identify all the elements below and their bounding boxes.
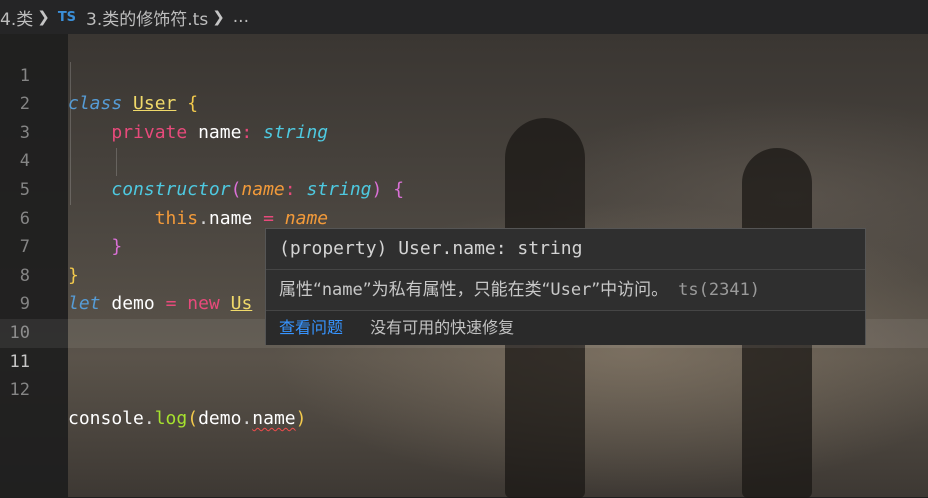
variable-name[interactable]: demo [198, 408, 241, 429]
code-line-4[interactable]: 4 constructor(name: string) { [0, 119, 928, 200]
typescript-file-icon: TS [57, 9, 77, 25]
hover-actions: 查看问题 没有可用的快速修复 [266, 311, 865, 345]
chevron-right-icon: ❯ [37, 8, 50, 26]
code-line-3[interactable]: 3 [0, 90, 928, 143]
code-line-1[interactable]: 1 class User { [0, 33, 928, 115]
message-class: User [550, 280, 592, 300]
method-name[interactable]: log [155, 408, 188, 429]
message-text: ”为私有属性，只能在类“ [362, 280, 551, 300]
chevron-right-icon: ❯ [212, 8, 225, 26]
punctuation: . [241, 407, 253, 429]
property-name-error[interactable]: name [252, 408, 295, 429]
code-line-5[interactable]: 5 this.name = name [0, 147, 928, 229]
hover-error-message: 属性“name”为私有属性，只能在类“User”中访问。 ts(2341) [266, 270, 865, 311]
view-problem-link[interactable]: 查看问题 [279, 318, 343, 337]
code-line-6[interactable]: 6 } [0, 176, 928, 258]
hover-tooltip: (property) User.name: string 属性“name”为私有… [265, 228, 866, 345]
code-line-2[interactable]: 2 private name: string [0, 62, 928, 143]
error-code: ts(2341) [678, 280, 761, 300]
punctuation: . [143, 407, 155, 429]
paren: ( [187, 407, 199, 429]
code-line-12[interactable]: 12 console.log(demo.name) [0, 348, 928, 429]
hover-signature: (property) User.name: string [266, 229, 865, 270]
paren: ) [295, 407, 307, 429]
message-identifier: name [321, 280, 363, 300]
message-text: ”中访问。 [591, 280, 669, 300]
breadcrumb-folder[interactable]: 4.类 [0, 5, 33, 30]
breadcrumb-symbol-more[interactable]: ... [233, 7, 249, 27]
line-number: 12 [9, 380, 30, 401]
breadcrumb: 4.类 ❯ TS 3.类的修饰符.ts ❯ ... [0, 0, 928, 34]
no-quick-fix-label: 没有可用的快速修复 [370, 318, 515, 337]
breadcrumb-file[interactable]: 3.类的修饰符.ts [86, 5, 208, 30]
identifier[interactable]: console [68, 408, 144, 429]
message-text: 属性“ [279, 280, 322, 300]
